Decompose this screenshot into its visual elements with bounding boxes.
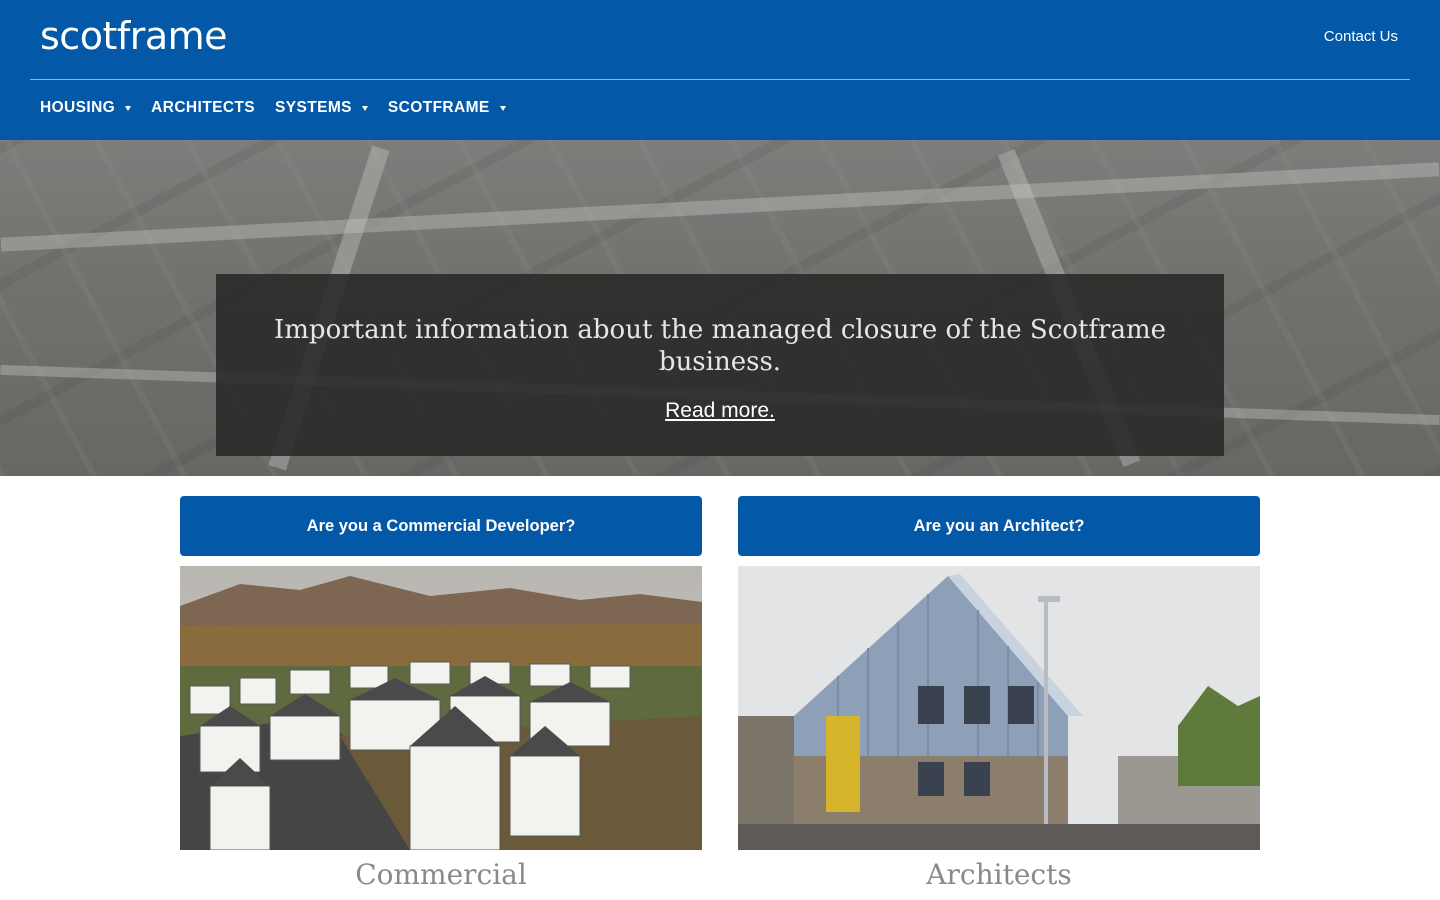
read-more-link[interactable]: Read more.: [216, 399, 1224, 423]
commercial-caption: Commercial: [355, 858, 527, 891]
caret-down-icon: [499, 105, 506, 111]
closure-notice-box: Important information about the managed …: [216, 274, 1224, 456]
commercial-card: Are you a Commercial Developer? Commerci…: [180, 496, 702, 891]
architects-building-image: [738, 566, 1260, 850]
hero-banner: Important information about the managed …: [0, 140, 1440, 476]
closure-notice-title: Important information about the managed …: [274, 315, 1166, 377]
hero-background-beam: [0, 162, 1440, 252]
nav-item-scotframe[interactable]: SCOTFRAME: [388, 99, 506, 117]
commercial-developer-button[interactable]: Are you a Commercial Developer?: [180, 496, 702, 556]
architects-building-photo[interactable]: [738, 566, 1260, 850]
architects-card: Are you an Architect? Architects: [738, 496, 1260, 891]
nav-item-label: SCOTFRAME: [387, 99, 490, 116]
nav-item-systems[interactable]: SYSTEMS: [275, 99, 368, 117]
header-divider: [30, 79, 1410, 80]
caret-down-icon: [361, 105, 368, 111]
main-nav: HOUSING ARCHITECTS SYSTEMS SCOTFRAME: [40, 99, 526, 117]
nav-item-label: SYSTEMS: [275, 99, 352, 116]
site-logo[interactable]: scotframe: [40, 14, 228, 58]
nav-item-label: ARCHITECTS: [151, 99, 256, 116]
contact-us-link[interactable]: Contact Us: [1324, 28, 1398, 45]
nav-item-label: HOUSING: [40, 99, 116, 116]
site-header: scotframe Contact Us HOUSING ARCHITECTS …: [0, 0, 1440, 140]
commercial-housing-photo[interactable]: [180, 566, 702, 850]
commercial-housing-image: [180, 566, 702, 850]
caret-down-icon: [125, 105, 132, 111]
architects-caption: Architects: [926, 858, 1072, 891]
nav-item-architects[interactable]: ARCHITECTS: [151, 99, 255, 117]
nav-item-housing[interactable]: HOUSING: [40, 99, 132, 117]
architect-button[interactable]: Are you an Architect?: [738, 496, 1260, 556]
